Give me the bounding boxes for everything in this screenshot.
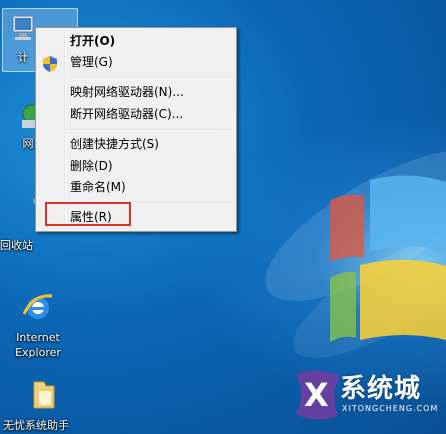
menu-item-rename[interactable]: 重命名(M) <box>70 177 126 197</box>
watermark: X 系统城 XITONGCHENG.COM <box>290 360 446 434</box>
menu-separator <box>66 77 232 79</box>
watermark-subtext: XITONGCHENG.COM <box>342 404 439 413</box>
windows-logo <box>330 175 446 342</box>
desktop[interactable]: 计 网 回收站 Internet Explorer 无忧系统助手 打开(O) 管… <box>0 0 446 434</box>
properties-highlight-box <box>45 202 131 226</box>
desktop-icon-computer[interactable]: 计 <box>8 14 38 65</box>
desktop-icon-label: 无忧系统助手 <box>3 419 69 432</box>
svg-text:X: X <box>304 376 329 414</box>
menu-item-delete[interactable]: 删除(D) <box>70 156 113 176</box>
uac-shield-icon <box>43 56 57 72</box>
internet-explorer-icon <box>22 294 53 319</box>
menu-item-manage[interactable]: 管理(G) <box>70 52 113 72</box>
desktop-icon-label: 回收站 <box>0 239 33 252</box>
folder-icon <box>33 381 55 409</box>
desktop-icon-label: 计 <box>17 51 29 64</box>
menu-item-disconnect-network-drive[interactable]: 断开网络驱动器(C)... <box>70 104 183 124</box>
watermark-text: 系统城 <box>340 374 422 404</box>
desktop-icon-assistant-folder[interactable]: 无忧系统助手 <box>3 378 85 433</box>
menu-item-open[interactable]: 打开(O) <box>70 31 115 51</box>
menu-separator <box>66 129 232 131</box>
desktop-icon-label-line2: Explorer <box>15 346 61 359</box>
computer-icon <box>12 15 34 40</box>
desktop-icon-label: Internet <box>16 331 60 344</box>
watermark-logo-icon: X <box>296 370 340 420</box>
menu-item-map-network-drive[interactable]: 映射网络驱动器(N)... <box>70 82 184 102</box>
menu-item-create-shortcut[interactable]: 创建快捷方式(S) <box>70 134 159 154</box>
desktop-icon-internet-explorer[interactable]: Internet Explorer <box>6 290 70 360</box>
